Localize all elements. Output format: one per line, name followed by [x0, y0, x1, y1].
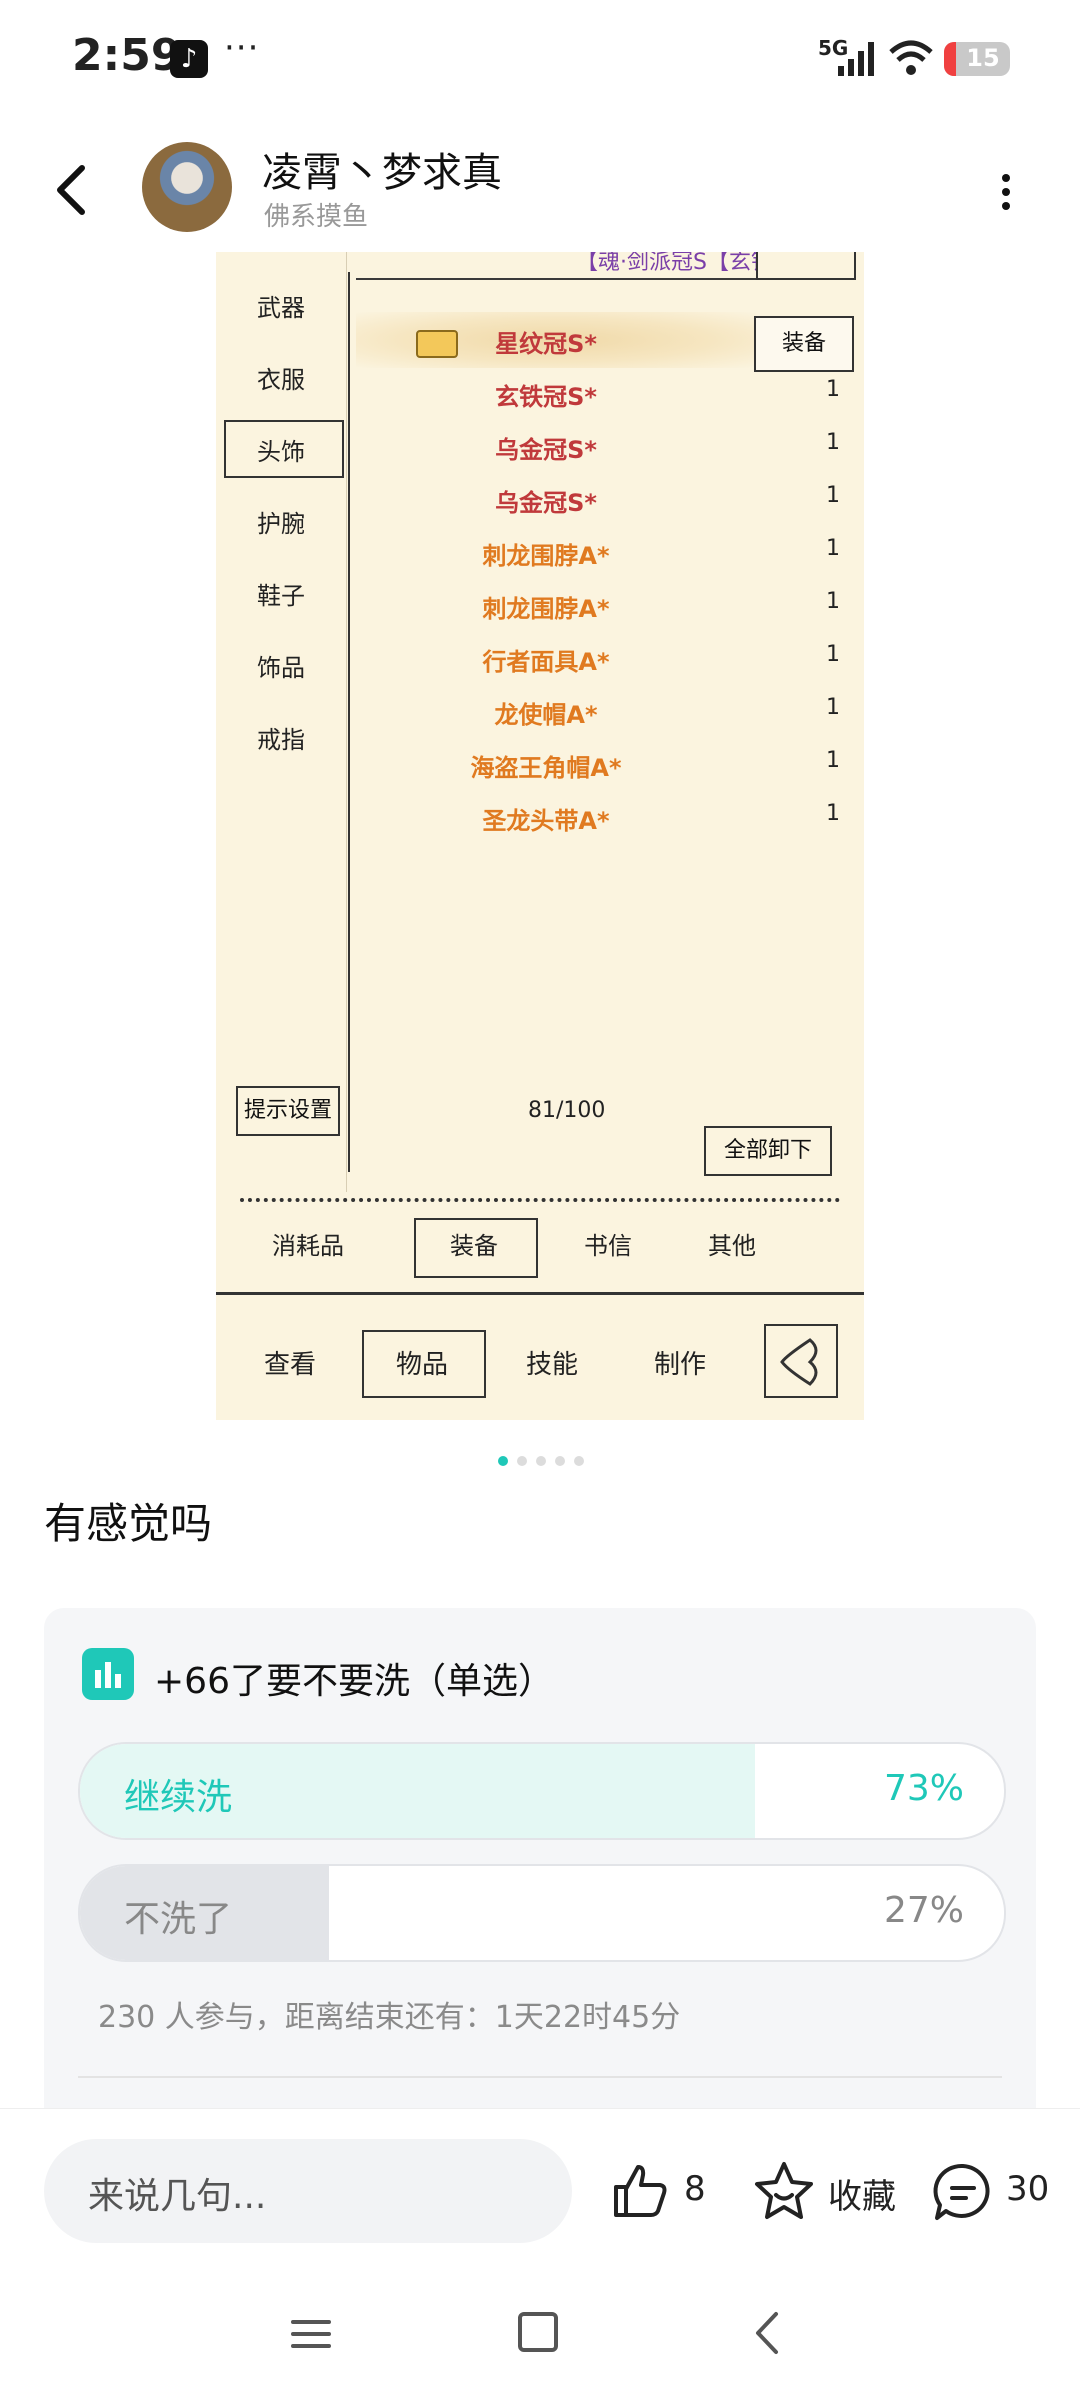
game-bag-tab: 其他 — [708, 1232, 756, 1260]
poll-option[interactable]: 不洗了 27% — [78, 1864, 1006, 1962]
game-item-row: 乌金冠S* 1 — [356, 416, 852, 476]
comment-input[interactable]: 来说几句... — [44, 2139, 572, 2243]
game-item-name: 圣龙头带A* — [482, 807, 610, 835]
game-category-sidebar: 武器 衣服 头饰 护腕 鞋子 饰品 戒指 — [216, 252, 347, 1192]
game-category-item: 武器 — [257, 294, 305, 322]
game-equip-button: 装备 — [754, 316, 854, 372]
game-dotted-divider — [240, 1198, 840, 1202]
post-body-text: 有感觉吗 — [44, 1499, 213, 1548]
carousel-dot[interactable] — [536, 1456, 546, 1466]
game-item-quantity: 1 — [826, 695, 840, 720]
poll-option-percent: 27% — [883, 1890, 964, 1931]
comment-placeholder: 来说几句... — [88, 2176, 267, 2217]
game-item-name: 龙使帽A* — [494, 701, 598, 729]
game-category-item: 鞋子 — [257, 582, 305, 610]
poll-option-percent: 73% — [883, 1768, 964, 1809]
nav-back-icon[interactable] — [752, 2308, 782, 2358]
system-navigation-bar — [0, 2268, 1080, 2400]
game-item-quantity: 1 — [826, 536, 840, 561]
game-item-quantity: 1 — [826, 430, 840, 455]
author-subtitle: 佛系摸鱼 — [264, 202, 369, 232]
poll-chart-icon — [82, 1648, 134, 1700]
game-back-arrow-icon — [764, 1324, 838, 1398]
carousel-dot-active[interactable] — [498, 1456, 508, 1466]
like-thumbs-up-icon[interactable] — [610, 2161, 670, 2221]
game-item-name: 乌金冠S* — [495, 436, 597, 464]
game-item-name: 玄铁冠S* — [495, 383, 597, 411]
comment-count: 30 — [1006, 2169, 1050, 2209]
status-bar: 2:59 ♪ ··· 5G 15 — [0, 0, 1080, 120]
carousel-dot[interactable] — [517, 1456, 527, 1466]
game-item-name: 海盗王角帽A* — [470, 754, 622, 782]
poll-option-label: 继续洗 — [124, 1777, 233, 1818]
wifi-icon — [889, 40, 933, 75]
home-icon[interactable] — [518, 2312, 558, 2352]
game-divider — [348, 272, 350, 1172]
game-item-row: 刺龙围脖A* 1 — [356, 575, 852, 635]
game-item-quantity: 1 — [826, 589, 840, 614]
post-image-game-inventory[interactable]: 【魂·剑派冠S【玄铁】 武器 衣服 头饰 护腕 鞋子 饰品 戒指 提示设置 星纹… — [216, 252, 864, 1420]
more-notifications-icon: ··· — [224, 28, 260, 68]
game-category-item: 衣服 — [257, 366, 305, 394]
game-item-quantity: 1 — [826, 642, 840, 667]
game-main-tab: 技能 — [525, 1350, 578, 1380]
battery-icon: 15 — [944, 42, 1010, 76]
favorite-star-icon[interactable] — [752, 2159, 816, 2223]
battery-level: 15 — [966, 44, 1000, 72]
carousel-dot[interactable] — [555, 1456, 565, 1466]
signal-icon — [838, 42, 874, 76]
game-item-row: 海盗王角帽A* 1 — [356, 734, 852, 794]
carousel-dot[interactable] — [574, 1456, 584, 1466]
game-bag-count: 81/100 — [528, 1098, 606, 1123]
poll-meta: 230 人参与，距离结束还有：1天22时45分 — [98, 2000, 681, 2035]
game-item-name: 行者面具A* — [482, 648, 610, 676]
game-hint-settings-button: 提示设置 — [236, 1086, 340, 1136]
comment-bubble-icon[interactable] — [932, 2161, 994, 2223]
game-item-row: 刺龙围脖A* 1 — [356, 522, 852, 582]
back-button[interactable] — [48, 160, 98, 220]
game-item-quantity: 1 — [826, 748, 840, 773]
poll-divider — [78, 2076, 1002, 2078]
game-item-quantity: 1 — [826, 483, 840, 508]
game-bag-tab: 消耗品 — [272, 1232, 344, 1260]
game-item-row: 圣龙头带A* 1 — [356, 787, 852, 847]
game-item-row: 行者面具A* 1 — [356, 628, 852, 688]
game-bag-tab: 书信 — [584, 1232, 632, 1260]
game-category-selected-frame — [224, 420, 344, 478]
bottom-action-bar: 来说几句... 8 收藏 30 — [0, 2108, 1080, 2269]
author-avatar[interactable] — [142, 142, 232, 232]
poll-option[interactable]: 继续洗 73% — [78, 1742, 1006, 1840]
more-options-icon[interactable] — [996, 172, 1016, 212]
status-time: 2:59 — [72, 30, 182, 81]
poll-card: +66了要不要洗（单选） 继续洗 73% 不洗了 27% 230 人参与，距离结… — [44, 1608, 1036, 2128]
game-category-item: 饰品 — [257, 654, 305, 682]
game-item-row: 乌金冠S* 1 — [356, 469, 852, 529]
poll-title: +66了要不要洗（单选） — [154, 1661, 554, 1702]
game-category-item: 护腕 — [257, 510, 305, 538]
game-bottom-separator — [216, 1292, 864, 1295]
game-item-name: 刺龙围脖A* — [482, 542, 610, 570]
favorite-label[interactable]: 收藏 — [828, 2169, 896, 2218]
game-item-name: 星纹冠S* — [495, 330, 597, 358]
tiktok-notification-icon: ♪ — [170, 40, 208, 78]
game-top-partial-button — [756, 252, 856, 280]
game-item-row: 玄铁冠S* 1 — [356, 363, 852, 423]
game-category-item: 戒指 — [257, 726, 305, 754]
game-item-name: 刺龙围脖A* — [482, 595, 610, 623]
like-count: 8 — [684, 2169, 706, 2209]
game-bag-tab-selected: 装备 — [450, 1232, 498, 1260]
game-main-tab: 查看 — [263, 1350, 316, 1380]
poll-option-label: 不洗了 — [124, 1899, 233, 1940]
game-main-tab: 制作 — [653, 1350, 706, 1380]
game-item-row: 龙使帽A* 1 — [356, 681, 852, 741]
recent-apps-icon[interactable] — [290, 2314, 332, 2354]
author-name[interactable]: 凌霄丶梦求真 — [262, 140, 502, 198]
game-main-tab-selected: 物品 — [395, 1350, 448, 1380]
game-item-name: 乌金冠S* — [495, 489, 597, 517]
game-item-quantity: 1 — [826, 377, 840, 402]
game-item-quantity: 1 — [826, 801, 840, 826]
game-unequip-all-button: 全部卸下 — [704, 1126, 832, 1176]
